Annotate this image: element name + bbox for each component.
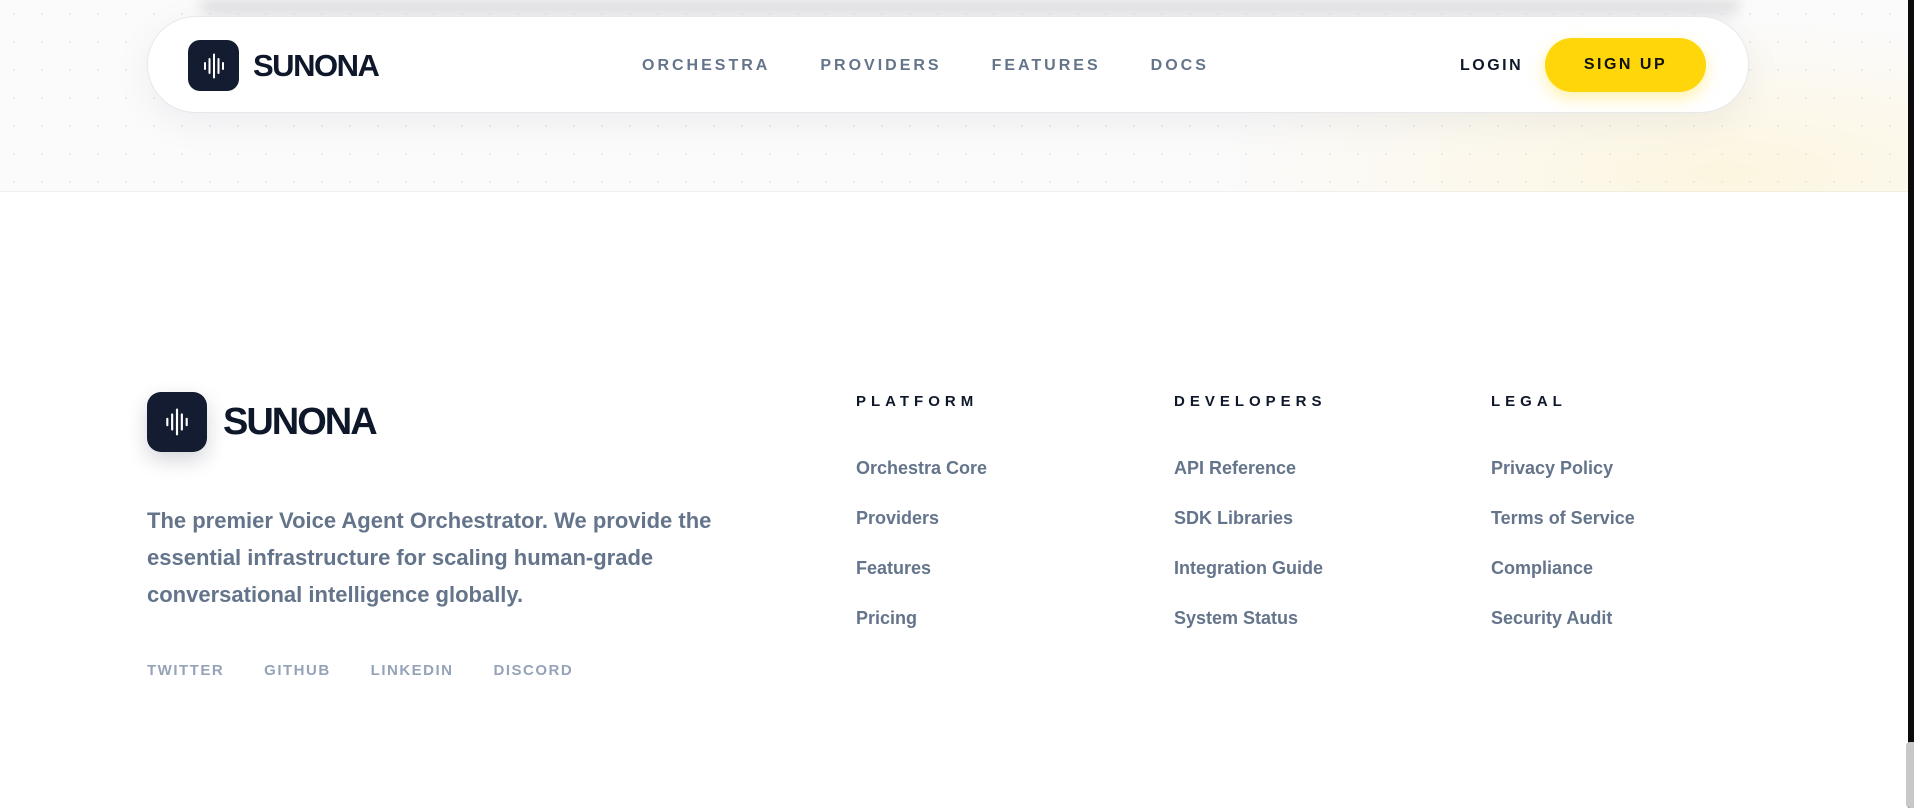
social-link-linkedin[interactable]: LINKEDIN [371,662,454,679]
footer-brand-link[interactable]: SUNONA [147,392,378,452]
nav-link-providers[interactable]: PROVIDERS [820,57,941,75]
footer-link-integration-guide[interactable]: Integration Guide [1174,558,1327,608]
footer-column-platform: PLATFORM Orchestra Core Providers Featur… [856,393,987,658]
social-links: TWITTER GITHUB LINKEDIN DISCORD [147,662,613,679]
footer-link-list: Orchestra Core Providers Features Pricin… [856,458,987,658]
navbar-links: ORCHESTRA PROVIDERS FEATURES DOCS [642,17,1259,114]
footer-link-compliance[interactable]: Compliance [1491,558,1635,608]
footer-link-api-reference[interactable]: API Reference [1174,458,1327,508]
nav-link-orchestra[interactable]: ORCHESTRA [642,57,770,75]
footer-column-heading: DEVELOPERS [1174,393,1327,410]
social-link-github[interactable]: GITHUB [264,662,331,679]
waveform-icon [188,40,239,91]
nav-link-docs[interactable]: DOCS [1151,57,1209,75]
footer-link-list: API Reference SDK Libraries Integration … [1174,458,1327,658]
footer-link-terms-of-service[interactable]: Terms of Service [1491,508,1635,558]
footer-link-privacy-policy[interactable]: Privacy Policy [1491,458,1635,508]
nav-link-features[interactable]: FEATURES [992,57,1101,75]
page: SUNONA ORCHESTRA PROVIDERS FEATURES DOCS… [0,0,1914,808]
window-edge [1908,0,1914,808]
waveform-icon [147,392,207,452]
navbar: SUNONA ORCHESTRA PROVIDERS FEATURES DOCS… [147,16,1749,113]
footer-link-providers[interactable]: Providers [856,508,987,558]
social-link-twitter[interactable]: TWITTER [147,662,224,679]
footer-link-security-audit[interactable]: Security Audit [1491,608,1635,658]
navbar-brand-link[interactable]: SUNONA [188,40,380,91]
footer-link-orchestra-core[interactable]: Orchestra Core [856,458,987,508]
footer-link-pricing[interactable]: Pricing [856,608,987,658]
social-link-discord[interactable]: DISCORD [494,662,574,679]
footer-link-features[interactable]: Features [856,558,987,608]
navbar-brand-name: SUNONA [253,47,380,83]
footer-link-list: Privacy Policy Terms of Service Complian… [1491,458,1635,658]
footer-column-heading: LEGAL [1491,393,1567,410]
footer-column-legal: LEGAL Privacy Policy Terms of Service Co… [1491,393,1635,658]
signup-button[interactable]: SIGN UP [1545,38,1706,92]
footer-column-heading: PLATFORM [856,393,979,410]
footer-link-system-status[interactable]: System Status [1174,608,1327,658]
scrollbar-thumb[interactable] [1906,742,1914,808]
footer-tagline: The premier Voice Agent Orchestrator. We… [147,508,712,607]
footer-link-sdk-libraries[interactable]: SDK Libraries [1174,508,1327,558]
login-link[interactable]: LOGIN [1460,17,1523,114]
footer-column-developers: DEVELOPERS API Reference SDK Libraries I… [1174,393,1327,658]
footer-brand-name: SUNONA [223,400,378,443]
